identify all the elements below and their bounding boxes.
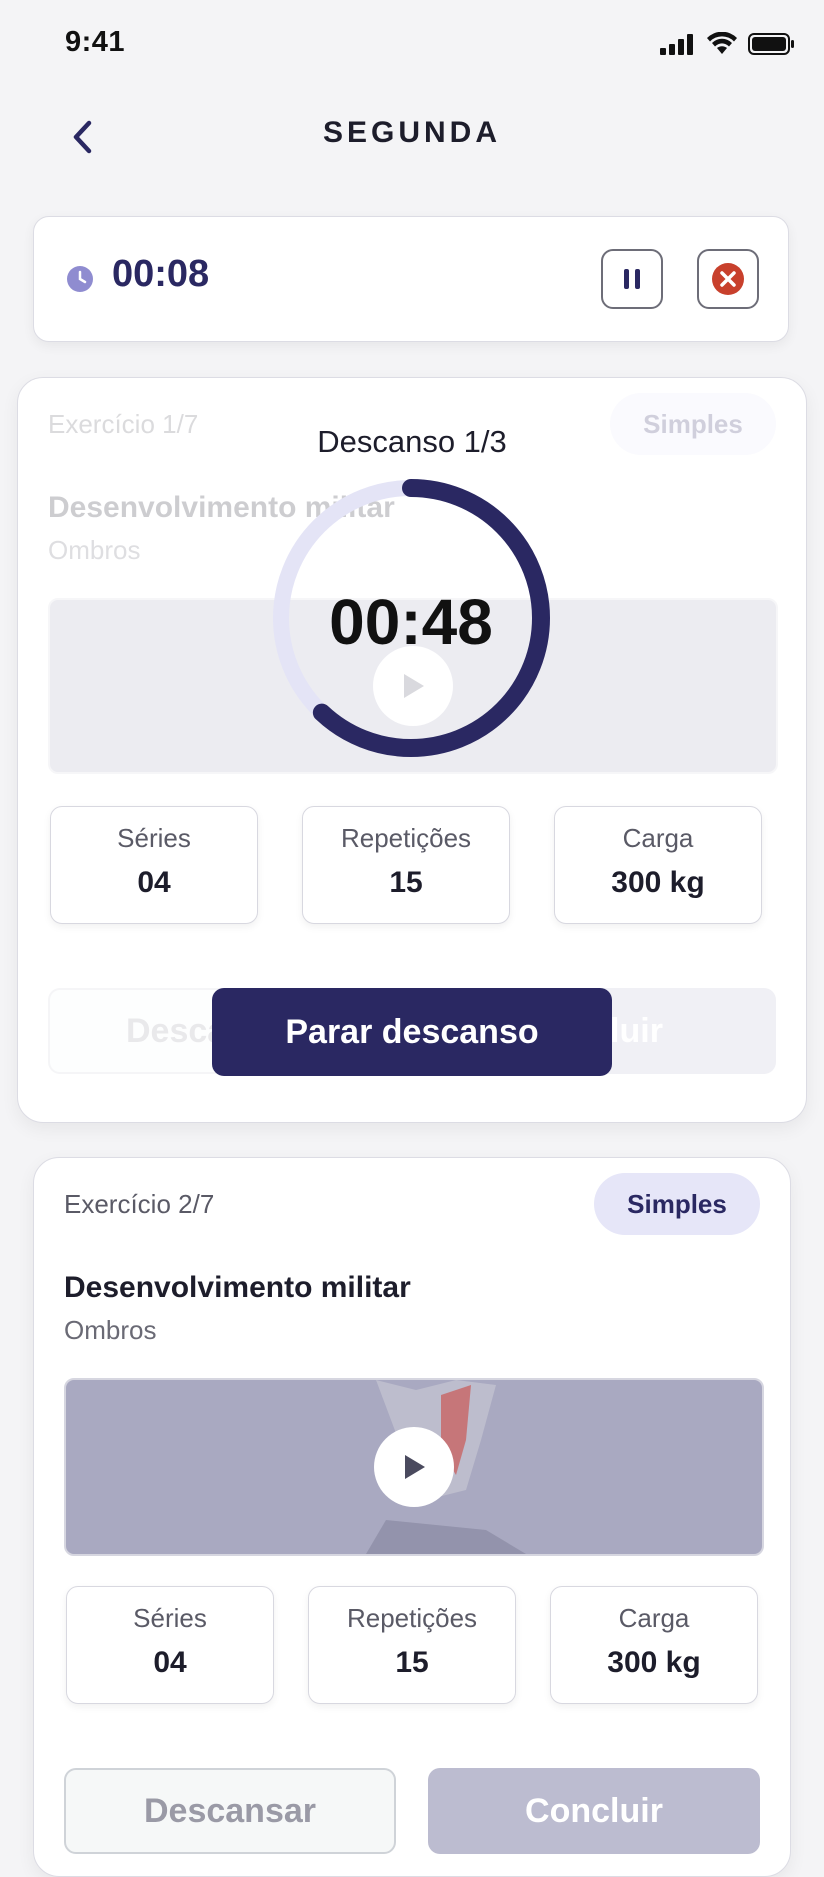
status-icons: [660, 28, 796, 60]
exercise-card-2: Exercício 2/7 Simples Desenvolvimento mi…: [33, 1157, 791, 1877]
page-title: SEGUNDA: [322, 116, 501, 149]
play-button[interactable]: [374, 1427, 454, 1507]
stat-series: Séries 04: [50, 806, 258, 924]
stat-value: 15: [395, 1646, 429, 1679]
battery-icon: [748, 33, 794, 55]
stop-rest-button[interactable]: Parar descanso: [212, 988, 612, 1076]
clock-icon: [67, 266, 93, 292]
exercise-video[interactable]: [64, 1378, 764, 1556]
rest-button[interactable]: Descansar: [64, 1768, 396, 1854]
complete-button[interactable]: Concluir: [428, 1768, 760, 1854]
stat-series: Séries 04: [66, 1586, 274, 1704]
stat-value: 04: [137, 866, 171, 899]
wifi-icon: [707, 32, 737, 54]
elapsed-time: 00:08: [112, 253, 210, 295]
signal-icon: [660, 34, 693, 55]
pause-icon: [624, 269, 640, 289]
stat-load: Carga 300 kg: [554, 806, 762, 924]
stat-repetitions: Repetições 15: [302, 806, 510, 924]
play-icon: [405, 1455, 425, 1479]
stop-workout-button[interactable]: [697, 249, 759, 309]
stat-label: Séries: [133, 1603, 207, 1633]
stat-load: Carga 300 kg: [550, 1586, 758, 1704]
stat-value: 300 kg: [611, 866, 705, 899]
stat-repetitions: Repetições 15: [308, 1586, 516, 1704]
exercise-muscle-group: Ombros: [64, 1315, 157, 1345]
exercise-muscle-group: Ombros: [48, 535, 141, 565]
stat-label: Repetições: [346, 1603, 478, 1633]
stat-label: Séries: [117, 823, 191, 853]
stat-label: Carga: [618, 1603, 690, 1633]
workout-timer: 00:08: [33, 216, 789, 342]
pause-button[interactable]: [601, 249, 663, 309]
stat-label: Carga: [622, 823, 694, 853]
close-icon: [712, 263, 744, 295]
stat-value: 300 kg: [607, 1646, 701, 1679]
stat-label: Repetições: [340, 823, 472, 853]
status-time: 9:41: [65, 26, 126, 58]
stat-value: 04: [153, 1646, 187, 1679]
stat-value: 15: [389, 866, 423, 899]
exercise-name: Desenvolvimento militar: [64, 1271, 411, 1304]
rest-countdown: 00:48: [329, 586, 493, 658]
exercise-counter: Exercício 2/7: [64, 1189, 215, 1219]
rest-counter-label: Descanso 1/3: [317, 424, 507, 459]
exercise-type-badge: Simples: [594, 1173, 760, 1235]
